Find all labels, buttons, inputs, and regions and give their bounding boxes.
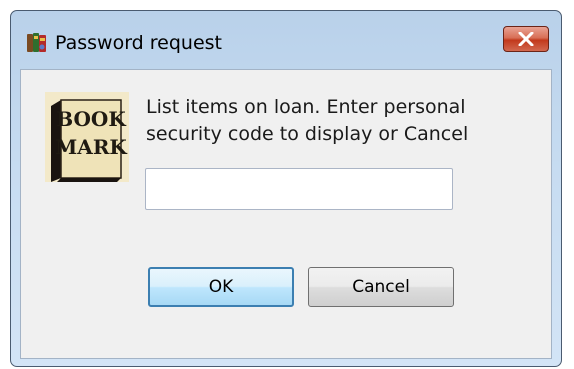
bookmark-logo-icon: BOOK MARK	[45, 92, 129, 182]
app-books-icon	[27, 33, 46, 52]
title-bar[interactable]: Password request	[11, 11, 561, 69]
security-code-input[interactable]	[145, 168, 453, 210]
logo-text-mark: MARK	[55, 135, 127, 159]
prompt-line-1: List items on loan. Enter personal	[146, 96, 466, 118]
cancel-button[interactable]: Cancel	[308, 267, 454, 307]
password-request-dialog: Password request BOOK MARK List items on…	[10, 10, 562, 367]
dialog-body: BOOK MARK List items on loan. Enter pers…	[20, 69, 552, 359]
prompt-message: List items on loan. Enter personal secur…	[146, 94, 546, 148]
prompt-line-2: security code to display or Cancel	[146, 123, 469, 145]
logo-text-book: BOOK	[56, 107, 126, 131]
close-button[interactable]	[503, 26, 549, 52]
close-icon	[518, 32, 534, 46]
window-title: Password request	[55, 32, 223, 54]
ok-button[interactable]: OK	[148, 267, 294, 307]
